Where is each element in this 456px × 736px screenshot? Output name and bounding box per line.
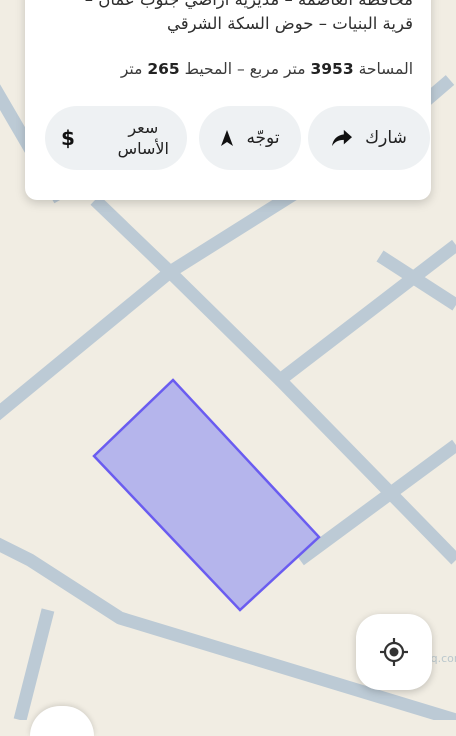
share-arrow-icon [331,128,353,148]
perimeter-unit: متر [120,60,143,78]
my-location-icon [379,637,409,667]
navigation-arrow-icon [220,129,234,147]
land-parcel[interactable] [92,378,321,612]
share-button[interactable]: شارك [308,106,430,170]
base-price-label: سعر الأساس [118,117,169,159]
share-label: شارك [365,128,407,148]
area-value: 3953 [310,60,354,78]
area-label: المساحة [358,60,413,78]
directions-button[interactable]: توجّه [199,106,301,170]
address-line: محافظة العاصمة – مديرية أراضي جنوب عمان … [33,0,413,12]
area-unit: متر مربع – [236,60,306,78]
directions-label: توجّه [246,128,280,148]
price-label-line: سعر [128,118,159,137]
parcel-info-card: محافظة العاصمة – مديرية أراضي جنوب عمان … [25,0,431,200]
address-line: قرية البنيات – حوض السكة الشرقي [166,14,413,33]
perimeter-label: المحيط [184,60,233,78]
my-location-button[interactable] [356,614,432,690]
perimeter-value: 265 [147,60,180,78]
price-label-line: الأساس [117,139,169,158]
parcel-metrics: المساحة 3953 متر مربع – المحيط 265 متر [121,60,413,78]
base-price-button[interactable]: سعر الأساس $ [45,106,187,170]
parcel-address: محافظة العاصمة – مديرية أراضي جنوب عمان … [33,0,413,36]
dollar-icon: $ [61,126,75,150]
